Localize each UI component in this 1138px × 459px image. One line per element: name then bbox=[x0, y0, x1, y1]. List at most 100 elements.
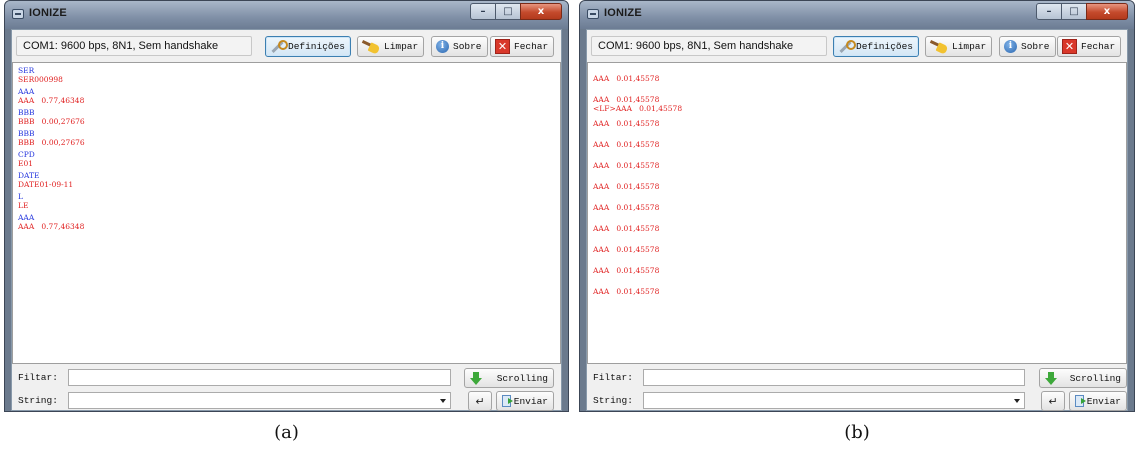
log-entry: CPD E01 bbox=[18, 150, 560, 172]
port-status: COM1: 9600 bps, 8N1, Sem handshake bbox=[591, 36, 827, 56]
log-response: SER000998 bbox=[18, 74, 63, 84]
string-label: String: bbox=[593, 395, 633, 406]
log-line: AAA 0.01,45578 bbox=[593, 287, 660, 296]
about-button[interactable]: i Sobre bbox=[999, 36, 1056, 57]
down-arrow-icon bbox=[1045, 371, 1057, 385]
close-app-button[interactable]: ✕ Fechar bbox=[1057, 36, 1122, 57]
info-icon: i bbox=[1004, 40, 1017, 53]
filter-label: Filtar: bbox=[18, 372, 58, 383]
log-entry: AAA 0.01,45578 bbox=[593, 182, 1126, 204]
clear-button[interactable]: Limpar bbox=[925, 36, 993, 57]
enter-icon: ↵ bbox=[475, 394, 485, 408]
clear-button-label: Limpar bbox=[384, 41, 419, 52]
log-command: DATE bbox=[18, 171, 40, 180]
title-bar[interactable]: IONIZE – □ x bbox=[5, 1, 568, 29]
send-button-label: Enviar bbox=[513, 395, 548, 407]
log-line: AAA 0.01,45578 bbox=[593, 140, 660, 149]
log-line: AAA 0.01,45578 bbox=[593, 161, 660, 170]
settings-button[interactable]: Definições bbox=[265, 36, 352, 57]
log-entry: BBB BBB 0.00,27676 bbox=[18, 129, 560, 151]
log-response: BBB 0.00,27676 bbox=[18, 116, 85, 126]
log-line: AAA 0.01,45578 bbox=[593, 182, 660, 191]
down-arrow-icon bbox=[470, 371, 482, 385]
app-icon bbox=[12, 9, 24, 19]
string-label: String: bbox=[18, 395, 58, 406]
log-response: DATE01-09-11 bbox=[18, 179, 74, 189]
input-area: Filtar: Scrolling String: ↵ Enviar bbox=[12, 366, 561, 411]
string-combobox[interactable] bbox=[643, 392, 1025, 409]
log-response: AAA 0.77,46348 bbox=[18, 221, 85, 231]
figure-caption-a: (a) bbox=[274, 422, 299, 443]
window-close-button[interactable]: x bbox=[520, 3, 562, 20]
log-line: AAA 0.01,45578 bbox=[593, 266, 660, 275]
toolbar: COM1: 9600 bps, 8N1, Sem handshake Defin… bbox=[587, 30, 1127, 60]
log-command: L bbox=[18, 192, 23, 201]
enter-button[interactable]: ↵ bbox=[468, 391, 492, 411]
input-area: Filtar: Scrolling String: ↵ Enviar bbox=[587, 366, 1127, 411]
log-entry: AAA 0.01,45578 bbox=[593, 203, 1126, 225]
close-app-button[interactable]: ✕ Fechar bbox=[490, 36, 555, 57]
log-entry: AAA AAA 0.77,46348 bbox=[18, 87, 560, 109]
log-response: BBB 0.00,27676 bbox=[18, 137, 85, 147]
log-line: <LF>AAA 0.01,45578 bbox=[593, 103, 683, 113]
maximize-button[interactable]: □ bbox=[495, 3, 521, 20]
window-title: IONIZE bbox=[604, 7, 642, 19]
minimize-button[interactable]: – bbox=[1036, 3, 1062, 20]
log-entry: DATE DATE01-09-11 bbox=[18, 171, 560, 193]
window-title: IONIZE bbox=[29, 7, 67, 19]
settings-button-label: Definições bbox=[288, 41, 346, 52]
string-combobox[interactable] bbox=[68, 392, 451, 409]
window-controls: – □ x bbox=[470, 3, 562, 22]
maximize-button[interactable]: □ bbox=[1061, 3, 1087, 20]
about-button[interactable]: i Sobre bbox=[431, 36, 488, 57]
scrolling-button[interactable]: Scrolling bbox=[1039, 368, 1127, 388]
log-response: AAA 0.77,46348 bbox=[18, 95, 85, 105]
log-command: CPD bbox=[18, 150, 35, 159]
close-icon: ✕ bbox=[1062, 39, 1077, 54]
figure-caption-b: (b) bbox=[844, 422, 870, 443]
dropdown-arrow-icon[interactable] bbox=[440, 399, 446, 403]
broom-icon bbox=[362, 40, 380, 54]
window-controls: – □ x bbox=[1036, 3, 1128, 22]
enter-icon: ↵ bbox=[1048, 394, 1058, 408]
info-icon: i bbox=[436, 40, 449, 53]
window-close-button[interactable]: x bbox=[1086, 3, 1128, 20]
send-icon bbox=[1075, 395, 1086, 407]
screenshot-panel-b: IONIZE – □ x COM1: 9600 bps, 8N1, Sem ha… bbox=[579, 0, 1135, 443]
dropdown-arrow-icon[interactable] bbox=[1014, 399, 1020, 403]
log-line: AAA 0.01,45578 bbox=[593, 203, 660, 212]
broom-icon bbox=[930, 40, 948, 54]
log-entry: AAA 0.01,45578 bbox=[593, 266, 1126, 288]
title-bar[interactable]: IONIZE – □ x bbox=[580, 1, 1134, 29]
log-command: AAA bbox=[18, 87, 35, 96]
scrolling-button[interactable]: Scrolling bbox=[464, 368, 554, 388]
log-entry: L LE bbox=[18, 192, 560, 214]
clear-button[interactable]: Limpar bbox=[357, 36, 425, 57]
serial-log[interactable]: SER SER000998 AAA AAA 0.77,46348 BBB BBB 0.… bbox=[12, 62, 561, 364]
about-button-label: Sobre bbox=[453, 41, 482, 52]
log-line: AAA 0.01,45578 bbox=[593, 245, 660, 254]
filter-label: Filtar: bbox=[593, 372, 633, 383]
settings-button[interactable]: Definições bbox=[833, 36, 920, 57]
log-line: AAA 0.01,45578 bbox=[593, 74, 660, 83]
filter-input[interactable] bbox=[643, 369, 1025, 386]
enter-button[interactable]: ↵ bbox=[1041, 391, 1065, 411]
settings-button-label: Definições bbox=[856, 41, 914, 52]
about-button-label: Sobre bbox=[1021, 41, 1050, 52]
serial-log[interactable]: AAA 0.01,45578 AAA 0.01,45578 <LF>AAA 0.0… bbox=[587, 62, 1127, 364]
port-status: COM1: 9600 bps, 8N1, Sem handshake bbox=[16, 36, 252, 56]
log-entry: AAA 0.01,45578 <LF>AAA 0.01,45578 bbox=[593, 95, 1126, 120]
log-command: BBB bbox=[18, 108, 35, 117]
app-icon bbox=[587, 9, 599, 19]
close-app-button-label: Fechar bbox=[1081, 41, 1116, 52]
minimize-button[interactable]: – bbox=[470, 3, 496, 20]
log-entry: AAA 0.01,45578 bbox=[593, 287, 1126, 309]
send-button[interactable]: Enviar bbox=[1069, 391, 1127, 411]
send-button-label: Enviar bbox=[1086, 395, 1121, 407]
scrolling-button-label: Scrolling bbox=[1069, 372, 1121, 384]
log-entry: AAA 0.01,45578 bbox=[593, 119, 1126, 141]
window-client-area: COM1: 9600 bps, 8N1, Sem handshake Defin… bbox=[586, 29, 1128, 411]
send-button[interactable]: Enviar bbox=[496, 391, 554, 411]
close-icon: ✕ bbox=[495, 39, 510, 54]
filter-input[interactable] bbox=[68, 369, 451, 386]
